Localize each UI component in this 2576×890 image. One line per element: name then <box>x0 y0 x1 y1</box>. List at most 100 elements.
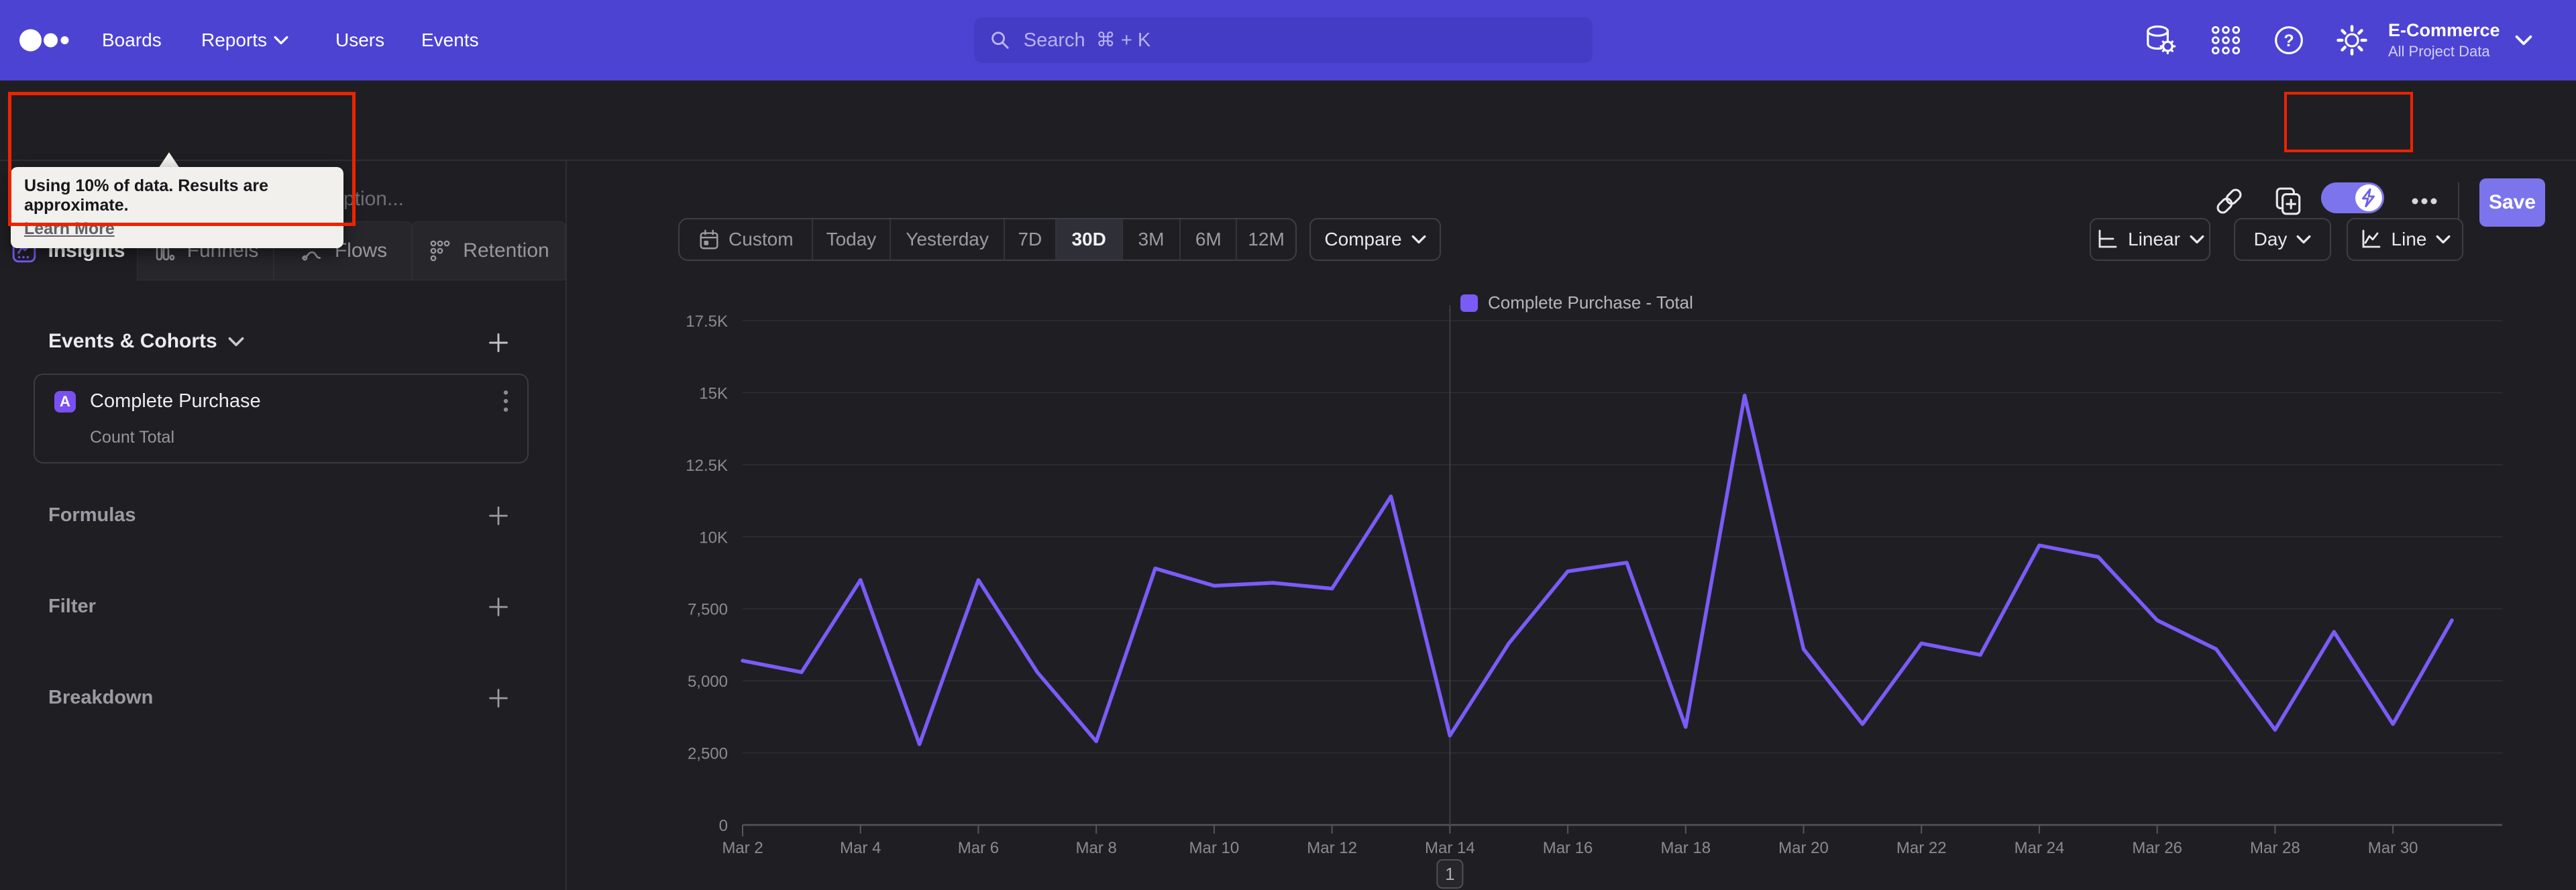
grid-dots-icon <box>2211 25 2241 55</box>
x-axis-tick-label: Mar 12 <box>1307 839 1357 857</box>
y-axis-tick-label: 5,000 <box>688 673 728 691</box>
tab-retention[interactable]: Retention <box>412 221 566 280</box>
chevron-down-icon <box>1411 235 1426 244</box>
y-axis-tick-label: 7,500 <box>688 601 728 619</box>
section-breakdown: Breakdown <box>48 687 154 708</box>
sampling-toggle[interactable] <box>2321 182 2384 213</box>
range-label: Today <box>826 229 877 249</box>
y-axis-tick-label: 10K <box>699 529 728 547</box>
project-text: E-Commerce All Project Data <box>2388 19 2500 60</box>
add-formula-button[interactable] <box>486 503 511 529</box>
nav-label: Events <box>421 30 479 50</box>
tooltip-text: Using 10% of data. Results are approxima… <box>24 176 269 215</box>
event-series-badge: A <box>54 391 76 412</box>
data-management-button[interactable] <box>2141 0 2179 80</box>
chevron-down-icon <box>2296 235 2311 244</box>
x-axis-tick-label: Mar 8 <box>1075 839 1116 857</box>
plus-icon <box>489 689 508 708</box>
tab-label: Retention <box>463 239 549 262</box>
report-header: Untitled Sampled + Add description... <box>0 80 2576 227</box>
y-axis-tick-label: 15K <box>699 384 728 402</box>
x-axis-tick-label: Mar 22 <box>1896 839 1947 857</box>
range-label: Yesterday <box>906 229 989 249</box>
add-filter-button[interactable] <box>486 594 511 620</box>
database-gear-icon <box>2147 25 2176 54</box>
compare-button[interactable]: Compare <box>1309 218 1441 261</box>
nav-item-reports[interactable]: Reports <box>201 0 288 80</box>
scale-selector[interactable]: Linear <box>2090 218 2210 261</box>
range-custom[interactable]: Custom <box>680 219 812 260</box>
x-axis-tick-label: Mar 14 <box>1425 839 1475 857</box>
event-metric[interactable]: Count Total <box>90 428 174 447</box>
save-button[interactable]: Save <box>2479 178 2545 227</box>
search-input[interactable] <box>1022 28 1578 52</box>
chevron-down-icon <box>274 36 288 45</box>
event-menu-button[interactable] <box>492 388 519 414</box>
project-switcher[interactable]: E-Commerce All Project Data <box>2388 0 2532 80</box>
app-root: Boards Reports Users Events Search ⌘ + K… <box>0 0 2576 890</box>
logo-dots-icon <box>19 29 69 52</box>
sidebar-divider <box>566 161 567 890</box>
plus-icon <box>489 333 508 352</box>
apps-grid-button[interactable] <box>2207 0 2245 80</box>
range-6m[interactable]: 6M <box>1179 219 1236 260</box>
range-12m[interactable]: 12M <box>1236 219 1295 260</box>
range-label: Custom <box>729 229 794 249</box>
section-formulas: Formulas <box>48 504 136 526</box>
granularity-selector[interactable]: Day <box>2234 218 2331 261</box>
x-axis-tick-label: Mar 16 <box>1543 839 1593 857</box>
add-breakdown-button[interactable] <box>486 685 511 711</box>
tooltip-arrow <box>158 152 180 168</box>
line-chart-icon <box>2362 229 2380 248</box>
events-cohorts-header[interactable]: Events & Cohorts <box>48 330 244 353</box>
event-name[interactable]: Complete Purchase <box>90 390 261 412</box>
date-range-group: Custom Today Yesterday 7D 30D 3M 6M 12M <box>678 218 1297 261</box>
chevron-down-icon <box>228 337 244 346</box>
calendar-icon <box>700 229 718 249</box>
x-axis-tick-label: Mar 30 <box>2368 839 2418 857</box>
plus-icon <box>489 506 508 525</box>
range-label: 12M <box>1248 229 1285 249</box>
link-icon <box>2216 188 2242 214</box>
chevron-down-icon <box>2190 235 2204 244</box>
range-yesterday[interactable]: Yesterday <box>890 219 1004 260</box>
granularity-label: Day <box>2253 229 2288 249</box>
x-axis-tick-label: Mar 2 <box>722 839 763 857</box>
kebab-menu-icon <box>503 390 508 412</box>
nav-label: Users <box>335 30 385 50</box>
settings-button[interactable] <box>2333 0 2371 80</box>
range-label: 7D <box>1018 229 1042 249</box>
chevron-down-icon <box>2436 235 2451 244</box>
events-cohorts-label: Events & Cohorts <box>48 330 217 352</box>
range-label: 3M <box>1138 229 1165 249</box>
mixpanel-logo[interactable] <box>19 0 72 80</box>
add-event-button[interactable] <box>486 330 511 355</box>
x-axis-tick-label: Mar 24 <box>2015 839 2065 857</box>
range-label: 6M <box>1195 229 1222 249</box>
learn-more-link[interactable]: Learn More <box>24 219 330 239</box>
project-scope: All Project Data <box>2388 43 2490 60</box>
nav-item-events[interactable]: Events <box>421 0 479 80</box>
svg-text:?: ? <box>2284 32 2294 50</box>
insights-line-chart[interactable]: 0 2,500 5,000 7,500 10K 12.5K 15K 17.5K Mar 2 Mar… <box>637 282 2576 890</box>
nav-label: Boards <box>102 30 162 50</box>
range-today[interactable]: Today <box>811 219 890 260</box>
global-search[interactable] <box>974 17 1593 63</box>
help-circle-icon: ? <box>2275 26 2303 54</box>
range-3m[interactable]: 3M <box>1121 219 1180 260</box>
x-axis-tick-label: Mar 18 <box>1660 839 1711 857</box>
toggle-knob <box>2355 184 2382 211</box>
lightning-bolt-icon <box>2361 188 2375 207</box>
x-axis-tick-label: Mar 28 <box>2250 839 2300 857</box>
y-axis-tick-label: 12.5K <box>686 457 728 475</box>
chart-type-selector[interactable]: Line <box>2347 218 2463 261</box>
range-7d[interactable]: 7D <box>1003 219 1055 260</box>
nav-item-boards[interactable]: Boards <box>102 0 162 80</box>
series-line[interactable] <box>741 393 2454 746</box>
y-axis-tick-label: 2,500 <box>688 745 728 763</box>
nav-item-users[interactable]: Users <box>335 0 384 80</box>
range-30d[interactable]: 30D <box>1055 219 1122 260</box>
help-button[interactable]: ? <box>2270 0 2308 80</box>
event-card[interactable] <box>34 374 529 463</box>
linear-scale-icon <box>2098 229 2117 248</box>
